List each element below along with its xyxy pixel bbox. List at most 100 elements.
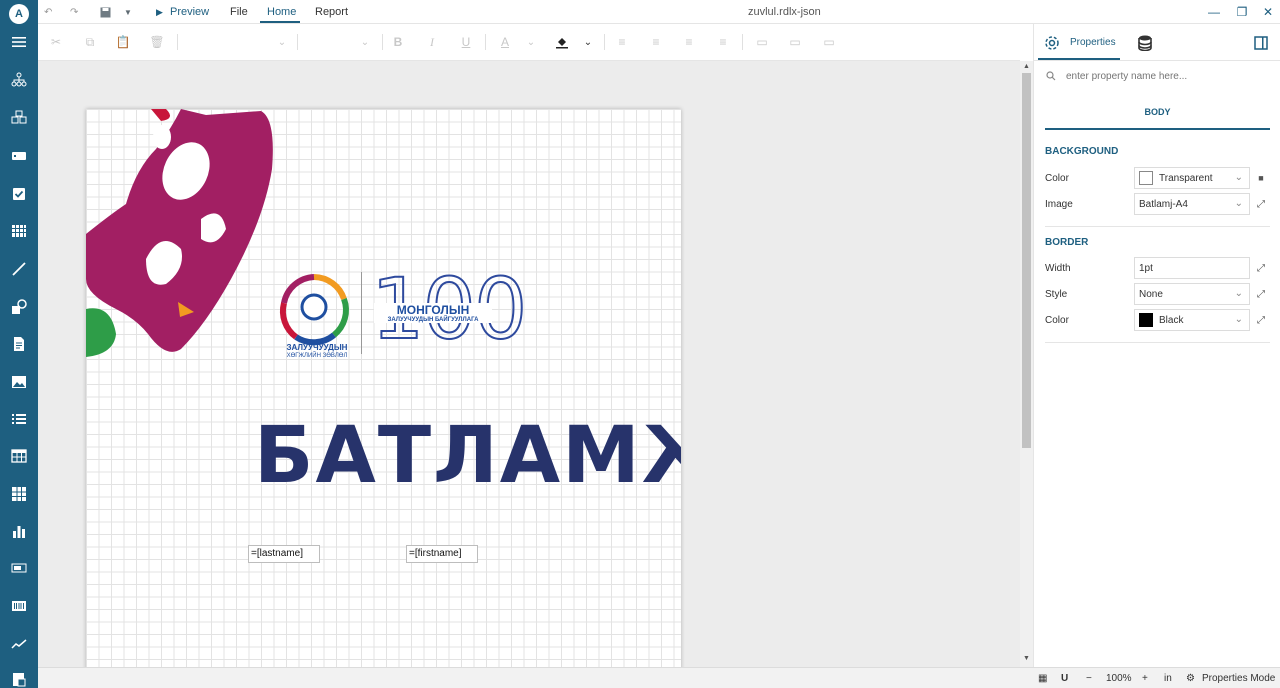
font-color-dropdown-icon[interactable]: ⌄: [521, 32, 541, 52]
border-style-select[interactable]: None ⌄: [1134, 283, 1250, 305]
property-search-input[interactable]: [1066, 70, 1266, 82]
undo-icon[interactable]: ↶: [44, 0, 52, 24]
border-width-input[interactable]: 1pt: [1134, 257, 1250, 279]
font-name-dropdown-icon[interactable]: ⌄: [272, 32, 292, 52]
canvas-scrollbar[interactable]: ▲ ▼: [1020, 61, 1033, 667]
group-icon[interactable]: [0, 103, 38, 133]
matrix-icon[interactable]: [0, 479, 38, 509]
menu-file[interactable]: File: [230, 0, 248, 24]
zoom-level[interactable]: 100%: [1106, 668, 1132, 688]
chevron-down-icon: ⌄: [1234, 172, 1243, 183]
border-color-select[interactable]: Black ⌄: [1134, 309, 1250, 331]
data-tab[interactable]: [1138, 24, 1152, 61]
gear-icon[interactable]: ⚙: [1186, 668, 1195, 688]
close-icon[interactable]: ✕: [1258, 2, 1278, 22]
restore-icon[interactable]: ❐: [1232, 2, 1252, 22]
tree-icon[interactable]: [0, 65, 38, 95]
fill-color-icon[interactable]: [552, 32, 572, 52]
fill-color-dropdown-icon[interactable]: ⌄: [578, 32, 598, 52]
zoom-out-icon[interactable]: −: [1086, 668, 1092, 688]
section-divider: [1045, 342, 1270, 343]
minimize-icon[interactable]: —: [1204, 2, 1224, 22]
image-icon[interactable]: [0, 367, 38, 397]
barcode-icon[interactable]: [0, 591, 38, 621]
app-logo-icon: A: [9, 4, 29, 24]
italic-icon[interactable]: I: [422, 32, 442, 52]
property-search-row: [1034, 64, 1280, 88]
properties-tab[interactable]: Properties: [1044, 24, 1116, 61]
scroll-up-icon[interactable]: ▲: [1022, 63, 1031, 71]
justify-icon[interactable]: ≡: [713, 32, 733, 52]
align-right-icon[interactable]: ≡: [679, 32, 699, 52]
barcode-grid-icon[interactable]: [0, 216, 38, 246]
bg-image-select[interactable]: Batlamj-A4 ⌄: [1134, 193, 1250, 215]
table-icon[interactable]: [0, 441, 38, 471]
shape-icon[interactable]: [0, 292, 38, 322]
valign-top-icon[interactable]: ▭: [752, 32, 772, 52]
menu-home-underline: [260, 21, 300, 23]
sparkline-icon[interactable]: [0, 629, 38, 659]
bold-icon[interactable]: B: [388, 32, 408, 52]
textbox-icon[interactable]: [0, 141, 38, 171]
zoom-in-icon[interactable]: +: [1142, 668, 1148, 688]
save-dropdown-icon[interactable]: ▼: [124, 0, 132, 24]
expand-icon[interactable]: ⤢: [1252, 283, 1270, 305]
emblem-caption-line2: ХӨГЖЛИЙН ЗӨВЛӨЛ: [286, 353, 348, 359]
bg-color-select[interactable]: Transparent ⌄: [1134, 167, 1250, 189]
menu-report[interactable]: Report: [315, 0, 348, 24]
menu-icon[interactable]: [0, 27, 38, 57]
gear-icon: [1045, 35, 1059, 50]
left-toolbox-sidebar: A: [0, 0, 38, 688]
redo-icon[interactable]: ↷: [70, 0, 78, 24]
valign-middle-icon[interactable]: ▭: [785, 32, 805, 52]
properties-mode-button[interactable]: Properties Mode: [1202, 668, 1275, 688]
bg-image-label: Image: [1045, 199, 1073, 210]
toolbar-separator: [297, 34, 298, 50]
chevron-down-icon: ⌄: [1234, 198, 1243, 209]
paste-icon[interactable]: 📋: [113, 32, 133, 52]
valign-bottom-icon[interactable]: ▭: [819, 32, 839, 52]
font-size-dropdown-icon[interactable]: ⌄: [355, 32, 375, 52]
color-picker-icon[interactable]: ■: [1252, 167, 1270, 189]
border-width-label: Width: [1045, 263, 1071, 274]
richtext-icon[interactable]: [0, 329, 38, 359]
align-left-icon[interactable]: ≡: [612, 32, 632, 52]
delete-icon[interactable]: 🗑: [147, 32, 167, 52]
sparkline-bar-icon[interactable]: [0, 553, 38, 583]
list-icon[interactable]: [0, 404, 38, 434]
scroll-down-icon[interactable]: ▼: [1022, 655, 1031, 663]
save-icon[interactable]: [100, 0, 111, 24]
toggle-panel-icon[interactable]: [1254, 24, 1268, 61]
chart-icon[interactable]: [0, 516, 38, 546]
status-bar: ▦ U − 100% + in ⚙ Properties Mode: [38, 667, 1280, 688]
report-page[interactable]: ЗАЛУУЧУУДЫН ХӨГЖЛИЙН ЗӨВЛӨЛ 100 МОНГОЛЫН…: [86, 109, 681, 667]
units-selector[interactable]: in: [1164, 668, 1172, 688]
home-toolbar: ✂ ⧉ 📋 🗑 ⌄ ⌄ B I U A ⌄ ⌄ ≡ ≡ ≡ ≡ ▭ ▭ ▭: [38, 24, 1020, 61]
section-divider: [1045, 226, 1270, 227]
snap-magnet-icon[interactable]: U: [1061, 668, 1068, 688]
preview-button[interactable]: Preview: [170, 0, 209, 24]
design-canvas[interactable]: ЗАЛУУЧУУДЫН ХӨГЖЛИЙН ЗӨВЛӨЛ 100 МОНГОЛЫН…: [38, 61, 1020, 667]
centennial-line1: МОНГОЛЫН: [374, 303, 492, 317]
grid-toggle-icon[interactable]: ▦: [1038, 668, 1047, 688]
copy-icon[interactable]: ⧉: [80, 32, 100, 52]
scrollbar-thumb[interactable]: [1022, 73, 1031, 448]
preview-play-icon[interactable]: ▶: [156, 0, 163, 24]
menu-bar: ↶ ↷ ▼ ▶ Preview File Home Report zuvlul.…: [38, 0, 1280, 24]
cut-icon[interactable]: ✂: [46, 32, 66, 52]
firstname-field[interactable]: =[firstname]: [406, 545, 478, 563]
bg-image-value: Batlamj-A4: [1139, 198, 1188, 210]
line-icon[interactable]: [0, 254, 38, 284]
expand-icon[interactable]: ⤢: [1252, 257, 1270, 279]
align-center-icon[interactable]: ≡: [646, 32, 666, 52]
underline-icon[interactable]: U: [456, 32, 476, 52]
checkbox-icon[interactable]: [0, 179, 38, 209]
border-section-title: BORDER: [1045, 237, 1089, 248]
subreport-icon[interactable]: [0, 664, 38, 688]
expand-icon[interactable]: ⤢: [1252, 193, 1270, 215]
font-color-icon[interactable]: A: [495, 32, 515, 52]
expand-icon[interactable]: ⤢: [1252, 309, 1270, 331]
properties-tab-label: Properties: [1070, 37, 1116, 48]
selected-object-label: BODY: [1045, 104, 1270, 130]
lastname-field[interactable]: =[lastname]: [248, 545, 320, 563]
